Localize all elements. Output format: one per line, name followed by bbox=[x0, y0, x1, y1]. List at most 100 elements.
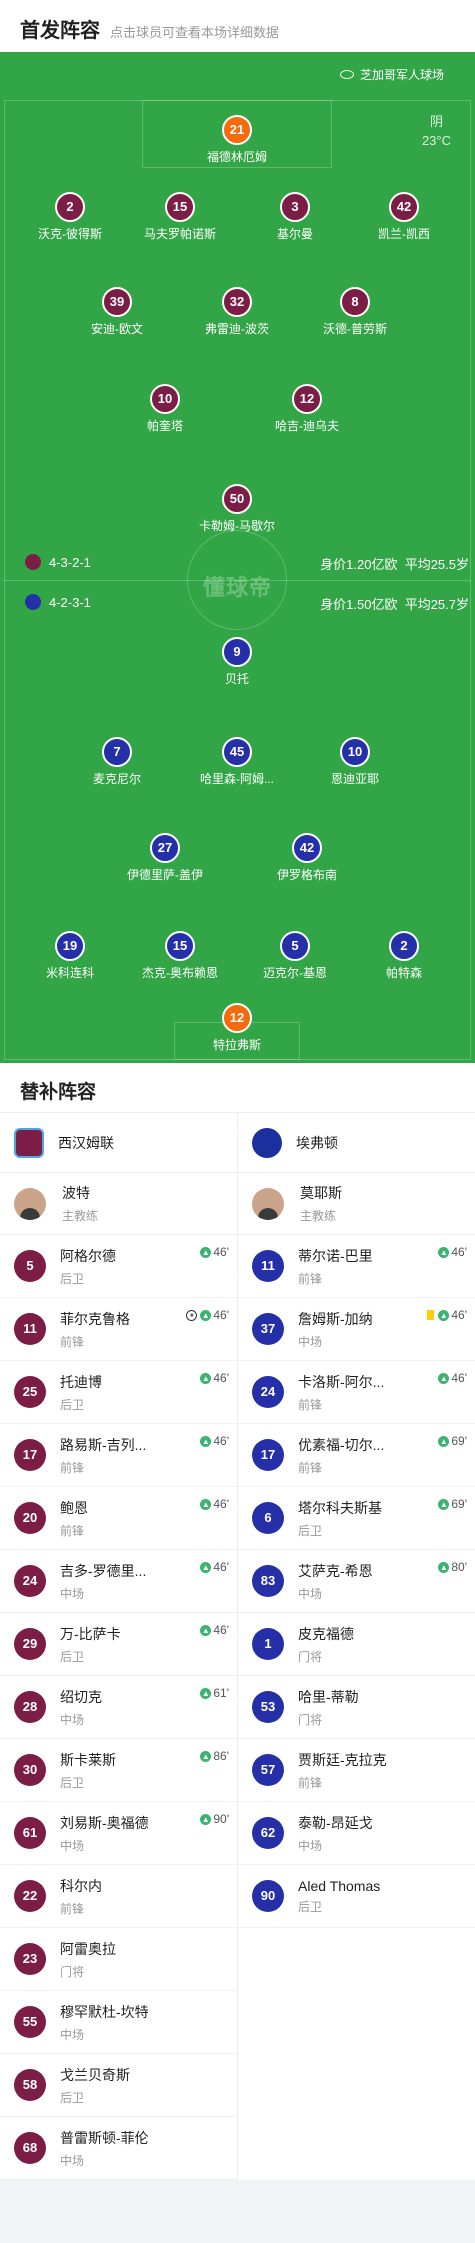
bench-player-name: 阿格尔德 bbox=[60, 1247, 116, 1264]
player-marker[interactable]: 9 贝托 bbox=[182, 637, 292, 687]
away-age-label: 平均25.7岁 bbox=[404, 597, 469, 612]
bench-player-row[interactable]: 20 鲍恩 前锋 ▲ 46' bbox=[0, 1487, 237, 1550]
player-marker[interactable]: 21 福德林厄姆 bbox=[182, 115, 292, 165]
bench-player-number: 58 bbox=[14, 2069, 46, 2101]
bench-player-position: 前锋 bbox=[298, 1775, 323, 1790]
away-value: 身价1.50亿欧 平均25.7岁 bbox=[320, 594, 469, 613]
player-name: 沃克-彼得斯 bbox=[38, 227, 102, 241]
bench-player-row[interactable]: 24 卡洛斯-阿尔... 前锋 ▲ 46' bbox=[238, 1361, 475, 1424]
bench-player-row[interactable]: 37 詹姆斯-加纳 中场 ▲ 46' bbox=[238, 1298, 475, 1361]
bench-player-row[interactable]: 30 斯卡莱斯 后卫 ▲ 86' bbox=[0, 1739, 237, 1802]
coach-role: 主教练 bbox=[62, 1209, 99, 1223]
bench-player-name: 艾萨克-希恩 bbox=[298, 1562, 373, 1579]
bench-player-row[interactable]: 25 托迪博 后卫 ▲ 46' bbox=[0, 1361, 237, 1424]
away-coach-row[interactable]: 莫耶斯 主教练 bbox=[238, 1173, 475, 1235]
bench-player-row[interactable]: 11 蒂尔诺-巴里 前锋 ▲ 46' bbox=[238, 1235, 475, 1298]
player-marker[interactable]: 32 弗雷迪-波茨 bbox=[182, 287, 292, 337]
bench-player-number: 68 bbox=[14, 2132, 46, 2164]
bench-player-row[interactable]: 17 优素福-切尔... 前锋 ▲ 69' bbox=[238, 1424, 475, 1487]
bench-player-row[interactable]: 83 艾萨克-希恩 中场 ▲ 80' bbox=[238, 1550, 475, 1613]
bench-player-row[interactable]: 23 阿雷奥拉 门将 bbox=[0, 1928, 237, 1991]
player-number: 10 bbox=[340, 737, 370, 767]
bench-player-row[interactable]: 29 万-比萨卡 后卫 ▲ 46' bbox=[0, 1613, 237, 1676]
sub-in-event: ▲ 46' bbox=[200, 1497, 229, 1511]
away-team-row[interactable]: 埃弗顿 bbox=[238, 1113, 475, 1173]
player-name: 凯兰-凯西 bbox=[378, 227, 430, 241]
player-marker[interactable]: 39 安迪-欧文 bbox=[62, 287, 172, 337]
bench-player-name: 卡洛斯-阿尔... bbox=[298, 1373, 385, 1390]
bench-player-row[interactable]: 53 哈里-蒂勒 门将 bbox=[238, 1676, 475, 1739]
player-marker[interactable]: 10 恩迪亚耶 bbox=[300, 737, 410, 787]
sub-in-icon: ▲ bbox=[438, 1435, 450, 1447]
player-marker[interactable]: 8 沃德-普劳斯 bbox=[300, 287, 410, 337]
bench-player-row[interactable]: 62 泰勒-昂延戈 中场 bbox=[238, 1802, 475, 1865]
player-number: 2 bbox=[389, 931, 419, 961]
lineup-header: 首发阵容 点击球员可查看本场详细数据 bbox=[0, 0, 475, 52]
bench-player-row[interactable]: 24 吉多-罗德里... 中场 ▲ 46' bbox=[0, 1550, 237, 1613]
bench-player-name: Aled Thomas bbox=[298, 1877, 381, 1894]
player-marker[interactable]: 3 基尔曼 bbox=[240, 192, 350, 242]
player-marker[interactable]: 5 迈克尔-基恩 bbox=[240, 931, 350, 981]
player-marker[interactable]: 50 卡勒姆-马歇尔 bbox=[182, 484, 292, 534]
sub-in-minute: 46' bbox=[213, 1308, 229, 1322]
sub-in-icon: ▲ bbox=[200, 1372, 212, 1384]
bench-player-name: 吉多-罗德里... bbox=[60, 1562, 147, 1579]
player-marker[interactable]: 15 马夫罗帕诺斯 bbox=[125, 192, 235, 242]
player-marker[interactable]: 12 特拉弗斯 bbox=[182, 1003, 292, 1053]
player-marker[interactable]: 2 沃克-彼得斯 bbox=[15, 192, 125, 242]
bench-player-position: 中场 bbox=[60, 1712, 85, 1727]
sub-in-icon: ▲ bbox=[200, 1687, 212, 1699]
player-marker[interactable]: 10 帕奎塔 bbox=[110, 384, 220, 434]
player-marker[interactable]: 15 杰克-奥布赖恩 bbox=[125, 931, 235, 981]
sub-in-event: ▲ 46' bbox=[427, 1308, 467, 1322]
bench-player-row[interactable]: 6 塔尔科夫斯基 后卫 ▲ 69' bbox=[238, 1487, 475, 1550]
player-marker[interactable]: 2 帕特森 bbox=[349, 931, 459, 981]
bench-player-name: 万-比萨卡 bbox=[60, 1625, 121, 1642]
bench-player-number: 24 bbox=[14, 1565, 46, 1597]
bench-player-row[interactable]: 90 Aled Thomas 后卫 bbox=[238, 1865, 475, 1928]
bench-player-position: 中场 bbox=[60, 1586, 85, 1601]
player-name: 沃德-普劳斯 bbox=[323, 322, 387, 336]
bench-player-name: 皮克福德 bbox=[298, 1625, 354, 1642]
player-marker[interactable]: 42 伊罗格布南 bbox=[252, 833, 362, 883]
bench-player-row[interactable]: 57 贾斯廷-克拉克 前锋 bbox=[238, 1739, 475, 1802]
bench-player-row[interactable]: 68 普雷斯顿-菲伦 中场 bbox=[0, 2117, 237, 2180]
sub-in-icon: ▲ bbox=[200, 1561, 212, 1573]
player-marker[interactable]: 27 伊德里萨-盖伊 bbox=[110, 833, 220, 883]
bench-player-position: 前锋 bbox=[60, 1523, 85, 1538]
player-name: 麦克尼尔 bbox=[92, 772, 141, 786]
sub-in-minute: 46' bbox=[213, 1245, 229, 1259]
sub-in-minute: 61' bbox=[213, 1686, 229, 1700]
bench-player-number: 61 bbox=[14, 1817, 46, 1849]
bench-player-row[interactable]: 11 菲尔克鲁格 前锋 ● ▲ 46' bbox=[0, 1298, 237, 1361]
goal-ball-icon: ● bbox=[186, 1309, 198, 1321]
bench-player-row[interactable]: 17 路易斯-吉列... 前锋 ▲ 46' bbox=[0, 1424, 237, 1487]
bench-player-name: 贾斯廷-克拉克 bbox=[298, 1751, 387, 1768]
player-marker[interactable]: 42 凯兰-凯西 bbox=[349, 192, 459, 242]
bench-player-number: 5 bbox=[14, 1250, 46, 1282]
bench-player-row[interactable]: 1 皮克福德 门将 bbox=[238, 1613, 475, 1676]
player-number: 8 bbox=[340, 287, 370, 317]
sub-in-minute: 69' bbox=[451, 1497, 467, 1511]
player-marker[interactable]: 45 哈里森-阿姆... bbox=[182, 737, 292, 787]
player-number: 42 bbox=[389, 192, 419, 222]
bench-player-row[interactable]: 55 穆罕默杜-坎特 中场 bbox=[0, 1991, 237, 2054]
bench-player-number: 30 bbox=[14, 1754, 46, 1786]
home-team-row[interactable]: 西汉姆联 bbox=[0, 1113, 237, 1173]
bench-player-row[interactable]: 22 科尔内 前锋 bbox=[0, 1865, 237, 1928]
player-number: 15 bbox=[165, 931, 195, 961]
home-coach-row[interactable]: 波特 主教练 bbox=[0, 1173, 237, 1235]
bench-player-row[interactable]: 5 阿格尔德 后卫 ▲ 46' bbox=[0, 1235, 237, 1298]
bench-player-row[interactable]: 61 刘易斯-奥福德 中场 ▲ 90' bbox=[0, 1802, 237, 1865]
bench-player-number: 1 bbox=[252, 1628, 284, 1660]
player-number: 12 bbox=[222, 1003, 252, 1033]
bench-player-row[interactable]: 28 绍切克 中场 ▲ 61' bbox=[0, 1676, 237, 1739]
away-value-label: 身价1.50亿欧 bbox=[320, 597, 398, 612]
bench-player-name: 优素福-切尔... bbox=[298, 1436, 385, 1453]
bench-player-position: 中场 bbox=[298, 1334, 323, 1349]
player-marker[interactable]: 7 麦克尼尔 bbox=[62, 737, 172, 787]
bench-player-row[interactable]: 58 戈兰贝奇斯 后卫 bbox=[0, 2054, 237, 2117]
player-marker[interactable]: 19 米科连科 bbox=[15, 931, 125, 981]
bench-player-name: 戈兰贝奇斯 bbox=[60, 2066, 130, 2083]
player-marker[interactable]: 12 哈吉-迪乌夫 bbox=[252, 384, 362, 434]
